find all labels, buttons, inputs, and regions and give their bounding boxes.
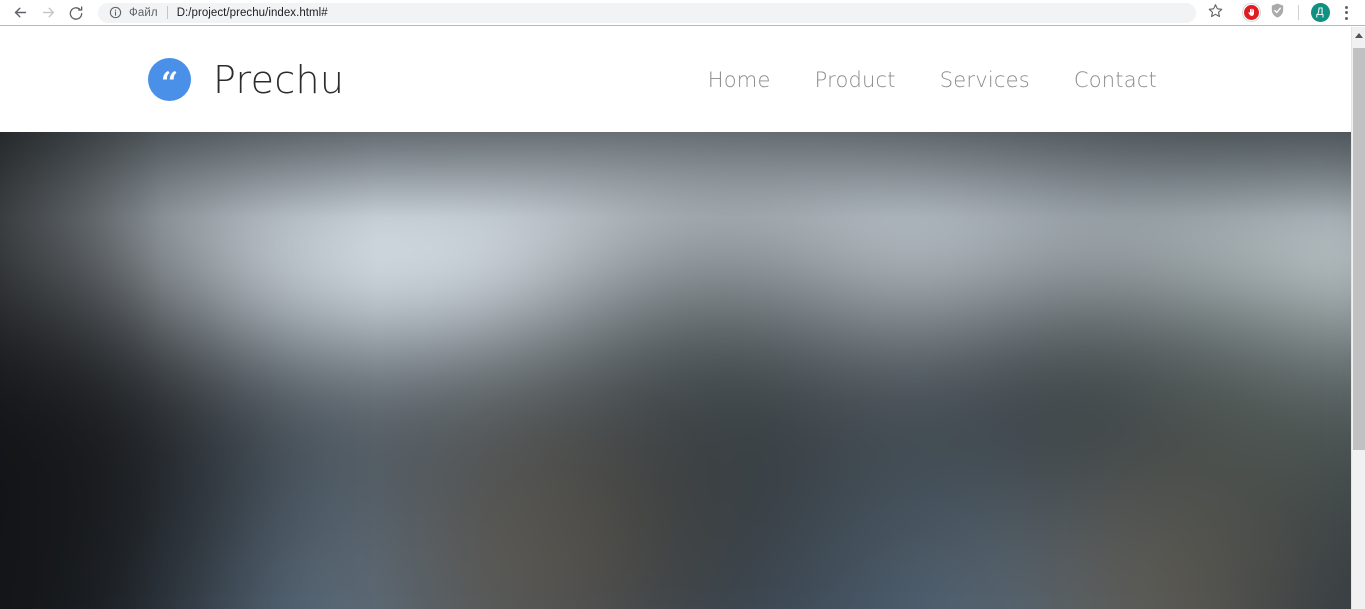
- browser-toolbar: Файл D:/project/prechu/index.html# Д: [0, 0, 1365, 26]
- vertical-scrollbar[interactable]: [1351, 27, 1365, 609]
- profile-avatar-button[interactable]: Д: [1307, 1, 1333, 25]
- scrollbar-thumb[interactable]: [1353, 48, 1365, 450]
- site-header: “ Prechu Home Product Services Contact: [0, 27, 1351, 132]
- main-navigation: Home Product Services Contact: [708, 68, 1321, 92]
- nav-link-services[interactable]: Services: [940, 68, 1030, 92]
- adblock-hand-icon: [1242, 4, 1260, 21]
- avatar: Д: [1310, 3, 1330, 22]
- reload-icon: [68, 5, 84, 21]
- toolbar-divider: [1298, 5, 1299, 20]
- back-button[interactable]: [6, 1, 34, 25]
- nav-link-product[interactable]: Product: [815, 68, 896, 92]
- brand-name: Prechu: [213, 57, 345, 102]
- forward-button: [34, 1, 62, 25]
- chrome-menu-button[interactable]: [1333, 1, 1359, 25]
- arrow-left-icon: [12, 4, 29, 21]
- scroll-up-button[interactable]: [1352, 27, 1365, 44]
- nav-link-contact[interactable]: Contact: [1074, 68, 1157, 92]
- adblock-extension-button[interactable]: [1238, 1, 1264, 25]
- info-circle-icon[interactable]: [108, 6, 122, 20]
- quote-glyph: “: [160, 66, 179, 101]
- hero-banner: [0, 132, 1351, 609]
- url-text[interactable]: D:/project/prechu/index.html#: [177, 7, 328, 19]
- brand-logo[interactable]: “ Prechu: [148, 58, 344, 101]
- hero-background-image: [0, 132, 1351, 609]
- arrow-right-icon: [40, 4, 57, 21]
- address-bar[interactable]: Файл D:/project/prechu/index.html#: [98, 2, 1196, 23]
- shield-extension-button[interactable]: [1264, 1, 1290, 25]
- toolbar-actions: Д: [1202, 1, 1359, 25]
- shield-check-icon: [1269, 2, 1286, 24]
- page-viewport: “ Prechu Home Product Services Contact: [0, 27, 1351, 609]
- url-scheme-label: Файл: [129, 6, 158, 19]
- nav-link-home[interactable]: Home: [708, 68, 771, 92]
- star-outline-icon: [1208, 3, 1223, 23]
- omnibox-separator: [166, 6, 168, 19]
- bookmark-button[interactable]: [1202, 1, 1228, 25]
- quote-mark-icon: “: [148, 58, 191, 101]
- kebab-menu-icon: [1344, 5, 1348, 20]
- scroll-up-arrow-icon: [1354, 33, 1363, 38]
- reload-button[interactable]: [62, 1, 90, 25]
